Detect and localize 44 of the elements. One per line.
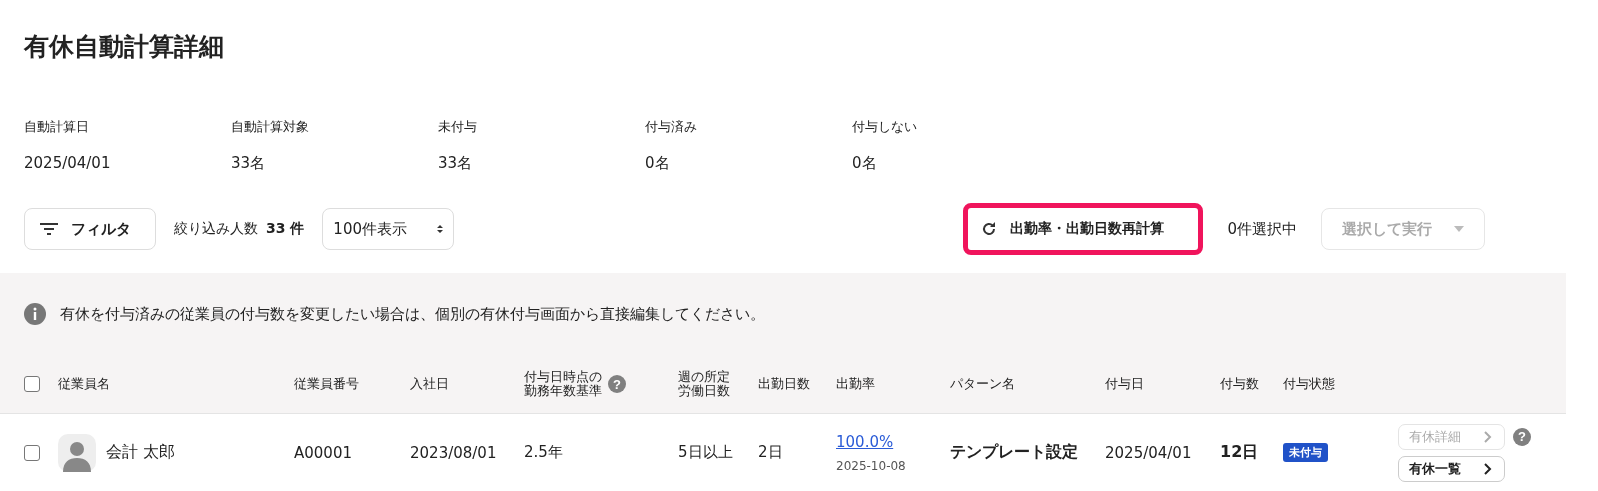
table-cell: 5日以上	[678, 443, 733, 462]
table-cell: 2025/04/01	[1105, 443, 1192, 462]
table-cell: 2.5年	[524, 443, 563, 462]
selection-count: 0件選択中	[1227, 219, 1297, 239]
column-header: パターン名	[950, 377, 1015, 391]
column-header: 週の所定 労働日数	[678, 370, 730, 398]
leave-list-button[interactable]: 有休一覧	[1398, 455, 1505, 482]
rate-date: 2025-10-08	[836, 458, 906, 473]
filter-button[interactable]: フィルタ	[24, 208, 156, 250]
filter-count-label: 絞り込み人数	[174, 220, 258, 238]
column-header: 出勤率	[836, 377, 875, 391]
table-cell: A00001	[294, 443, 352, 462]
column-header: 付与状態	[1283, 377, 1335, 391]
help-icon[interactable]: ?	[1513, 427, 1531, 446]
table-cell: 2023/08/01	[410, 443, 497, 462]
stat-value: 33名	[438, 154, 474, 173]
stat-label: 付与済み	[645, 118, 698, 136]
table-cell: 2日	[758, 443, 783, 462]
stat-value: 0名	[645, 154, 671, 173]
employee-name: 会計 太郎	[106, 442, 176, 463]
stat-value: 0名	[852, 154, 878, 173]
stat-label: 未付与	[438, 118, 478, 136]
column-header: 入社日	[410, 377, 449, 391]
column-header: 付与数	[1220, 377, 1259, 391]
table-cell: テンプレート設定	[950, 442, 1078, 463]
stat-label: 自動計算対象	[231, 118, 310, 136]
status-badge: 未付与	[1283, 443, 1328, 462]
notice-text: 有休を付与済みの従業員の付与数を変更したい場合は、個別の有休付与画面から直接編集してください。	[60, 304, 765, 324]
column-header: 従業員番号	[294, 377, 359, 391]
page-title: 有休自動計算詳細	[23, 31, 225, 63]
column-header: 従業員名	[58, 377, 110, 391]
stat-value: 33名	[231, 154, 267, 173]
page-size-select[interactable]: 100件表示	[322, 208, 455, 250]
stat-value: 2025/04/01	[24, 154, 112, 172]
stat-label: 付与しない	[852, 118, 918, 136]
table-cell: 12日	[1220, 442, 1259, 463]
attendance-rate-link[interactable]: 100.0%	[836, 432, 894, 451]
column-header: 付与日時点の 勤務年数基準	[524, 370, 602, 398]
help-icon[interactable]: ?	[608, 375, 626, 393]
column-header: 付与日	[1105, 377, 1144, 391]
column-header: 出勤日数	[758, 377, 810, 391]
recalc-button[interactable]: 出勤率・出勤日数再計算	[963, 203, 1204, 255]
filter-count: 33 件	[266, 220, 305, 238]
stat-label: 自動計算日	[24, 118, 90, 136]
